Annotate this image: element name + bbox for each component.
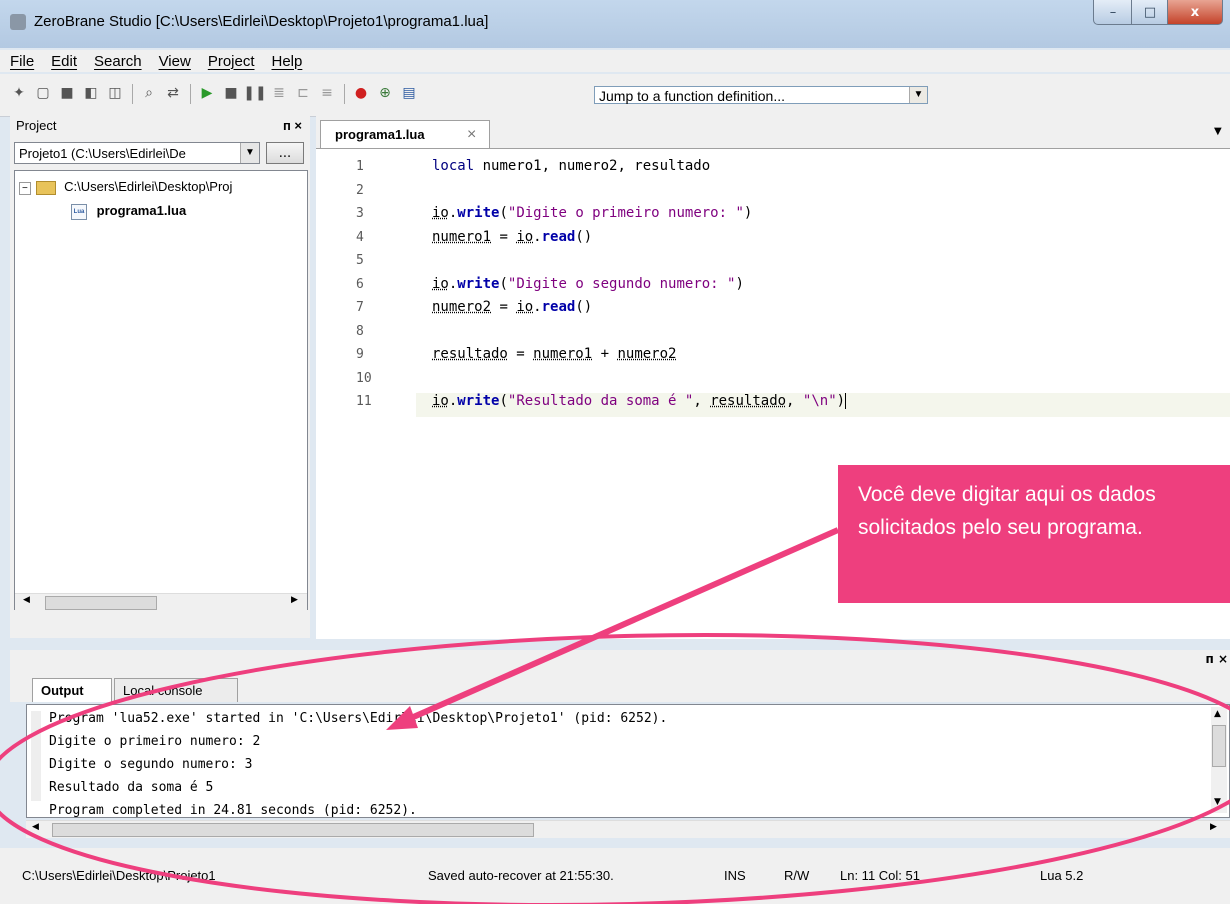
highlight-ellipse: [0, 632, 1230, 904]
arrow-head-icon: [386, 706, 418, 730]
annotation-callout: Você deve digitar aqui os dados solicita…: [838, 465, 1230, 603]
annotation-text: Você deve digitar aqui os dados solicita…: [858, 483, 1156, 539]
annotation-arrow: [400, 527, 840, 725]
annotation-overlay: [0, 527, 1230, 904]
